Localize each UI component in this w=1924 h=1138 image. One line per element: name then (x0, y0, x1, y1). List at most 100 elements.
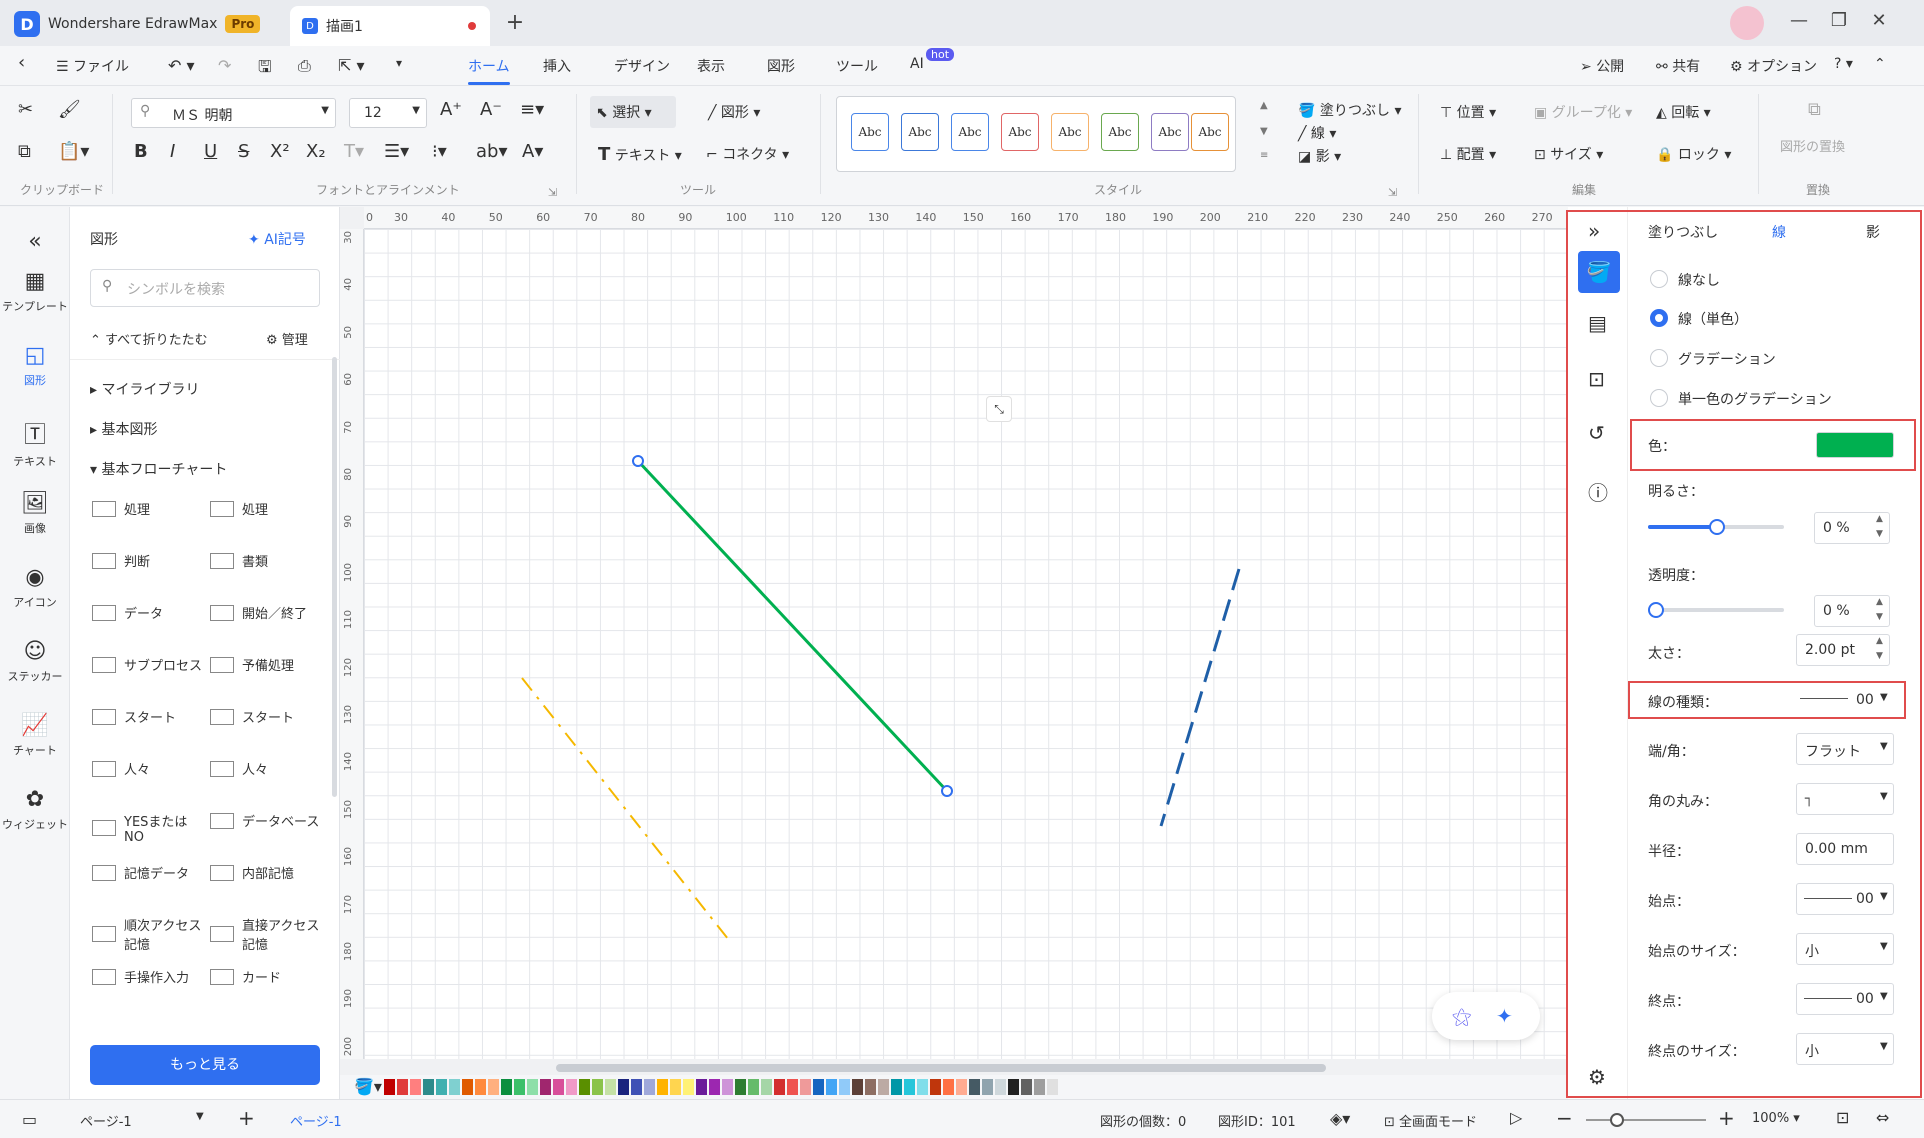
chevron-down-icon[interactable]: ▼ (1880, 741, 1888, 752)
palette-swatch[interactable] (852, 1079, 863, 1095)
align-button[interactable]: ⊥ 配置 ▾ (1440, 144, 1496, 164)
rail-stickers[interactable]: ☺ ステッカー (0, 639, 70, 684)
shape-item[interactable]: 内部記憶 (210, 863, 294, 882)
palette-swatch[interactable] (644, 1079, 655, 1095)
palette-swatch[interactable] (735, 1079, 746, 1095)
radio-single-gradient[interactable] (1650, 389, 1668, 407)
palette-swatch[interactable] (657, 1079, 668, 1095)
lock-button[interactable]: 🔒 ロック ▾ (1656, 144, 1731, 164)
style-more-icon[interactable]: ≡ (1260, 150, 1268, 161)
share-button[interactable]: ⚯ 共有 (1656, 56, 1700, 76)
tab-design[interactable]: デザイン (614, 56, 670, 76)
shape-tool-button[interactable]: ╱ 図形 ▾ (708, 102, 760, 122)
palette-fill-icon[interactable]: 🪣▾ (354, 1077, 382, 1096)
palette-swatch[interactable] (514, 1079, 525, 1095)
palette-swatch[interactable] (618, 1079, 629, 1095)
tab-line[interactable]: 線 (1772, 222, 1786, 242)
minimize-icon[interactable]: — (1784, 10, 1814, 31)
add-page-icon[interactable]: + (238, 1106, 255, 1130)
brightness-slider-knob[interactable] (1709, 519, 1725, 535)
connector-tool-button[interactable]: ⌐ コネクタ ▾ (706, 144, 789, 164)
style-scroll-down-icon[interactable]: ▼ (1260, 126, 1268, 137)
shape-item[interactable]: 記憶データ (92, 863, 189, 882)
tab-view[interactable]: 表示 (697, 56, 725, 76)
maximize-icon[interactable]: ❐ (1824, 10, 1854, 31)
new-tab-plus-icon[interactable]: + (500, 10, 530, 35)
palette-swatch[interactable] (631, 1079, 642, 1095)
shape-item[interactable]: スタート (210, 707, 294, 726)
palette-swatch[interactable] (969, 1079, 980, 1095)
symbol-search-input[interactable]: シンボルを検索 (90, 269, 320, 307)
group-button[interactable]: ▣ グループ化 ▾ (1534, 102, 1632, 122)
radio-gradient[interactable] (1650, 349, 1668, 367)
increase-font-icon[interactable]: A⁺ (440, 100, 462, 120)
panel-scrollbar[interactable] (332, 357, 337, 797)
tab-fill[interactable]: 塗りつぶし (1648, 222, 1718, 242)
palette-swatch[interactable] (839, 1079, 850, 1095)
style-swatch-1[interactable]: Abc (851, 113, 889, 151)
palette-swatch[interactable] (1047, 1079, 1058, 1095)
app-tab[interactable]: D Wondershare EdrawMax Pro (14, 6, 261, 42)
palette-swatch[interactable] (943, 1079, 954, 1095)
page-tab[interactable]: ページ-1 (290, 1111, 342, 1130)
bold-icon[interactable]: B (134, 142, 148, 162)
ai-sparkle-icon[interactable]: ✦ (1496, 1004, 1513, 1028)
style-settings-icon[interactable]: ⇲ (1388, 183, 1397, 203)
user-avatar[interactable] (1730, 6, 1764, 40)
chevron-down-icon[interactable]: ▼ (1880, 791, 1888, 802)
palette-swatch[interactable] (891, 1079, 902, 1095)
print-icon[interactable]: ⎙ (298, 56, 311, 76)
tab-shadow[interactable]: 影 (1866, 222, 1880, 242)
radius-input[interactable]: 0.00 mm (1796, 833, 1894, 865)
rail-images[interactable]: 🖼 画像 (0, 491, 70, 536)
collapse-all-button[interactable]: ⌃ すべて折りたたむ (90, 329, 208, 348)
line-spacing-icon[interactable]: ☰▾ (384, 142, 409, 162)
save-icon[interactable]: 🖫 (258, 56, 272, 83)
palette-swatch[interactable] (1008, 1079, 1019, 1095)
zoom-slider[interactable] (1586, 1119, 1706, 1121)
shadow-button[interactable]: ◪ 影 ▾ (1298, 146, 1341, 166)
italic-icon[interactable]: I (170, 142, 175, 162)
style-swatch-4[interactable]: Abc (1001, 113, 1039, 151)
palette-swatch[interactable] (696, 1079, 707, 1095)
page-selector[interactable]: ページ-1 (80, 1111, 132, 1130)
quick-access-dropdown-icon[interactable]: ▾ (396, 56, 402, 70)
rail-templates[interactable]: ▦ テンプレート (0, 269, 70, 314)
palette-swatch[interactable] (488, 1079, 499, 1095)
collapse-panel-icon[interactable]: « (0, 229, 70, 254)
palette-swatch[interactable] (683, 1079, 694, 1095)
palette-swatch[interactable] (566, 1079, 577, 1095)
export-icon[interactable]: ⇱ ▾ (338, 56, 365, 75)
shape-item[interactable]: 手操作入力 (92, 967, 189, 986)
palette-swatch[interactable] (761, 1079, 772, 1095)
blue-dashed-line-shape[interactable] (1159, 568, 1241, 827)
palette-swatch[interactable] (722, 1079, 733, 1095)
more-shapes-button[interactable]: もっと見る (90, 1045, 320, 1085)
palette-swatch[interactable] (865, 1079, 876, 1095)
shape-item[interactable]: 予備処理 (210, 655, 294, 674)
select-tool-button[interactable]: ⬉ 選択 ▾ (590, 96, 676, 128)
fit-icon[interactable]: ⤡ (986, 396, 1012, 422)
chevron-down-icon[interactable]: ▼ (1880, 891, 1888, 902)
palette-swatch[interactable] (423, 1079, 434, 1095)
style-swatch-2[interactable]: Abc (901, 113, 939, 151)
copy-icon[interactable]: ⧉ (18, 142, 31, 162)
underline-icon[interactable]: U (204, 142, 217, 162)
palette-swatch[interactable] (579, 1079, 590, 1095)
palette-swatch[interactable] (397, 1079, 408, 1095)
chevron-down-icon[interactable]: ▼ (1880, 692, 1888, 703)
line-start-handle[interactable] (632, 455, 644, 467)
shape-item[interactable]: 処理 (210, 499, 268, 518)
shape-item[interactable]: 開始／終了 (210, 603, 307, 622)
palette-swatch[interactable] (384, 1079, 395, 1095)
rail-text[interactable]: 🅃 テキスト (0, 417, 70, 469)
shape-item[interactable]: 書類 (210, 551, 268, 570)
width-stepper-icon[interactable]: ▲ ▼ (1876, 634, 1883, 664)
fit-page-icon[interactable]: ⊡ (1836, 1108, 1849, 1127)
palette-swatch[interactable] (605, 1079, 616, 1095)
brightness-stepper-icon[interactable]: ▲ ▼ (1876, 512, 1883, 542)
font-color-icon[interactable]: A▾ (522, 142, 543, 162)
palette-swatch[interactable] (826, 1079, 837, 1095)
palette-swatch[interactable] (462, 1079, 473, 1095)
shape-item[interactable]: データベース (210, 811, 319, 830)
